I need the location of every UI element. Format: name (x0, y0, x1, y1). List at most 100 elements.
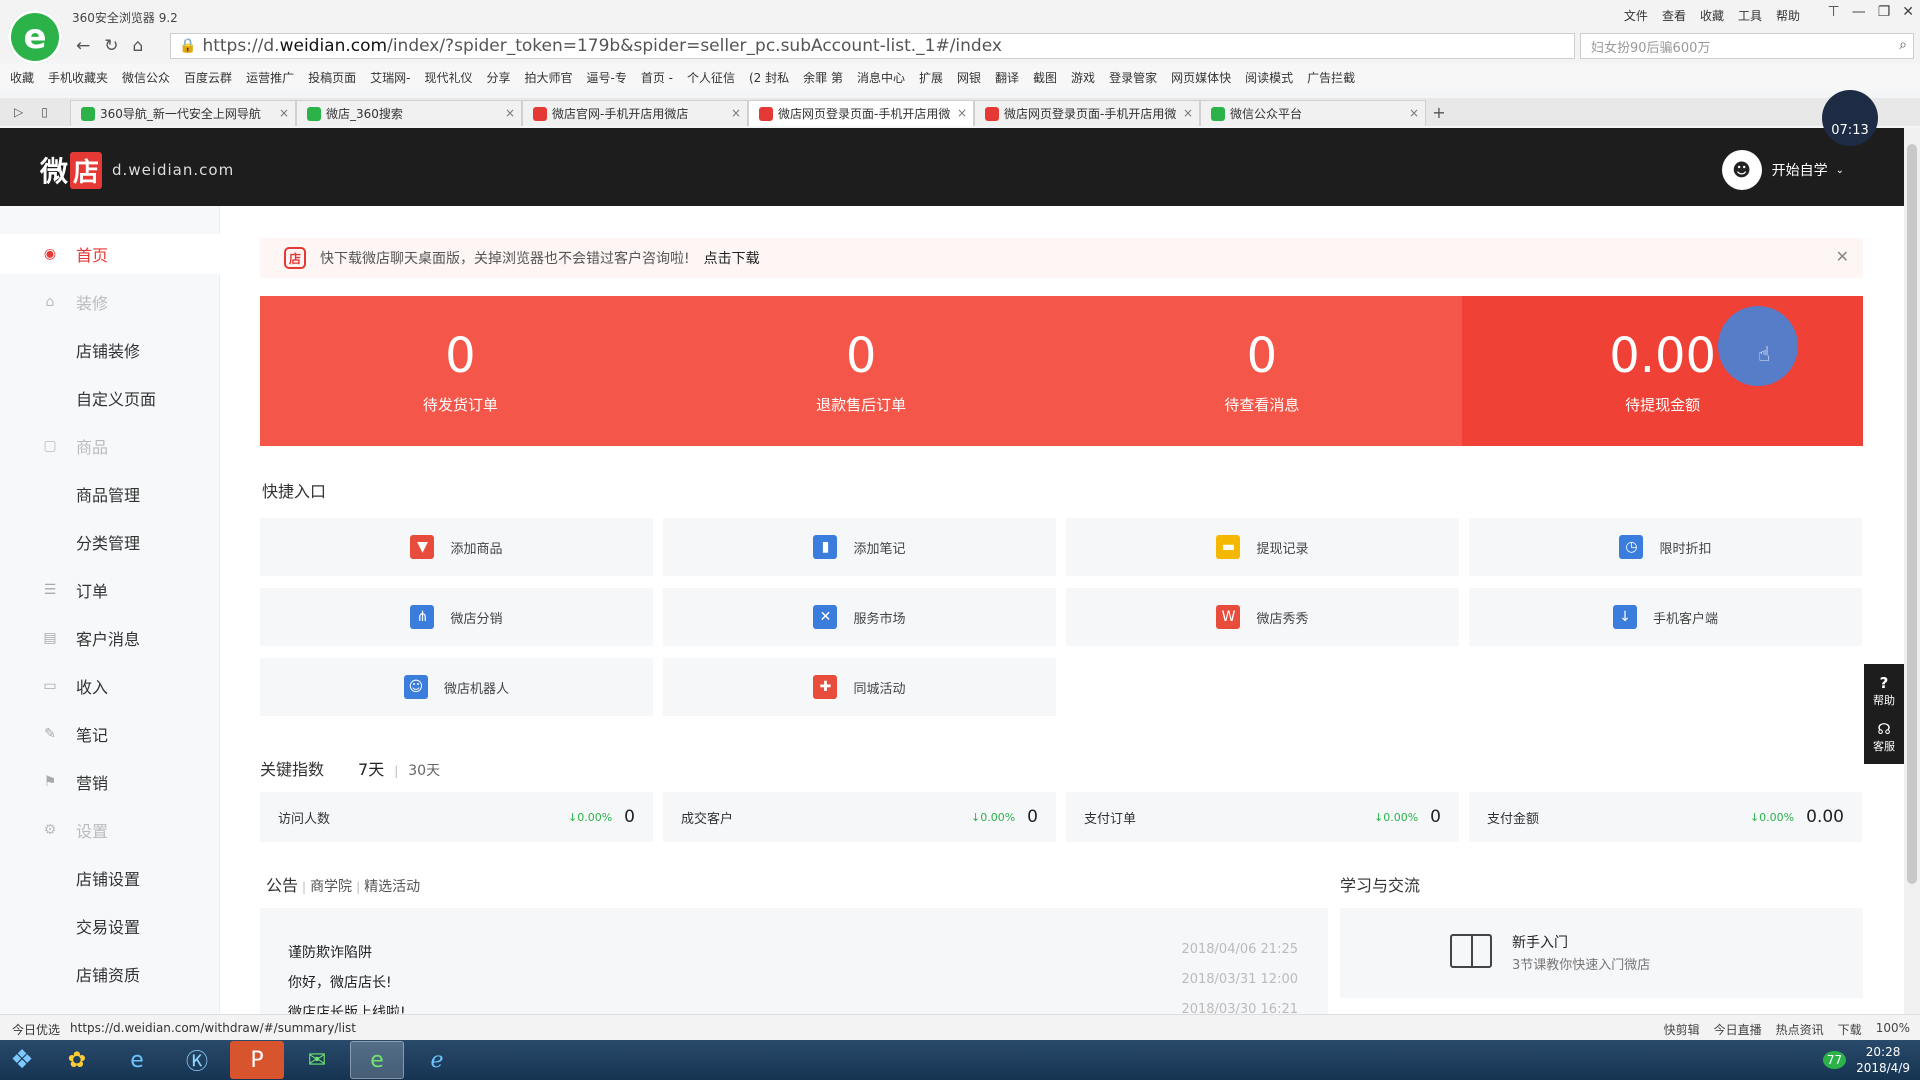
stat-withdrawable-amount[interactable]: 0.00 待提现金额 (1462, 296, 1863, 446)
menu-file[interactable]: 文件 (1624, 7, 1648, 24)
bookmark-item[interactable]: 扩展 (919, 69, 943, 86)
sidebar-item[interactable]: 店铺装修 (0, 330, 220, 370)
service-button[interactable]: ☊ 客服 (1873, 720, 1895, 754)
bookmark-item[interactable]: 游戏 (1071, 69, 1095, 86)
sidebar-item[interactable]: 交易设置 (0, 906, 220, 946)
bookmark-item[interactable]: 首页 - (641, 69, 673, 86)
quick-entry-item[interactable]: ▼ 添加商品 (260, 518, 653, 576)
sidebar-item[interactable]: 商品管理 (0, 474, 220, 514)
bookmark-item[interactable]: 阅读模式 (1245, 69, 1293, 86)
taskbar-app-k[interactable]: Ⓚ (170, 1041, 224, 1079)
tab-close-icon[interactable]: × (731, 106, 741, 120)
bookmark-item[interactable]: 拍大师官 (524, 69, 572, 86)
quick-entry-item[interactable]: W 微店秀秀 (1066, 588, 1459, 646)
bookmark-item[interactable]: 运营推广 (246, 69, 294, 86)
bookmark-item[interactable]: 收藏 (10, 69, 34, 86)
bookmark-item[interactable]: 投稿页面 (308, 69, 356, 86)
menu-favorites[interactable]: 收藏 (1700, 7, 1724, 24)
tab-close-icon[interactable]: × (1409, 106, 1419, 120)
sidebar-item[interactable]: 店铺设置 (0, 858, 220, 898)
maximize-icon[interactable]: ❐ (1878, 4, 1891, 20)
quick-entry-item[interactable]: ☺ 微店机器人 (260, 658, 653, 716)
bookmark-item[interactable]: 微信公众 (122, 69, 170, 86)
status-download[interactable]: 下载 (1838, 1021, 1862, 1038)
back-icon[interactable]: ← (76, 36, 90, 56)
bookmark-item[interactable]: 翻译 (995, 69, 1019, 86)
bookmark-item[interactable]: 艾瑞网- (370, 69, 410, 86)
tab-list-icon[interactable]: ▯ (41, 105, 48, 119)
stat-pending-shipment[interactable]: 0 待发货订单 (260, 296, 661, 446)
status-zoom[interactable]: 100% (1876, 1021, 1910, 1038)
taskbar-app-ie[interactable]: e (110, 1041, 164, 1079)
url-input[interactable]: 🔒 https://d. weidian.com/index/?spider_to… (170, 33, 1575, 59)
sidebar-item[interactable]: ▭ 收入 (0, 666, 220, 706)
bookmark-item[interactable]: 个人征信 (687, 69, 735, 86)
bookmark-item[interactable]: 逼号-专 (586, 69, 626, 86)
announcement-row[interactable]: 谨防欺诈陷阱 2018/04/06 21:25 (288, 942, 1298, 962)
quick-entry-item[interactable]: ⋔ 微店分销 (260, 588, 653, 646)
quick-entry-item[interactable]: ▬ 提现记录 (1066, 518, 1459, 576)
pin-icon[interactable]: ⊤ (1828, 4, 1840, 20)
sidebar-item[interactable]: ✎ 笔记 (0, 714, 220, 754)
notice-download-link[interactable]: 点击下载 (704, 248, 760, 268)
quick-entry-item[interactable]: ✕ 服务市场 (663, 588, 1056, 646)
tray-clock[interactable]: 20:28 2018/4/9 (1856, 1044, 1910, 1076)
taskbar-app-ie2[interactable]: ℯ (410, 1041, 464, 1079)
bookmark-item[interactable]: 广告拦截 (1307, 69, 1355, 86)
browser-tab[interactable]: 微信公众平台 × (1200, 100, 1426, 126)
menu-help[interactable]: 帮助 (1776, 7, 1800, 24)
tab-close-icon[interactable]: × (957, 106, 967, 120)
close-icon[interactable]: ✕ (1902, 4, 1914, 20)
sidebar-item[interactable]: ☰ 订单 (0, 570, 220, 610)
sidebar-item[interactable]: ⚑ 营销 (0, 762, 220, 802)
quick-entry-item[interactable]: ◷ 限时折扣 (1469, 518, 1862, 576)
help-button[interactable]: ? 帮助 (1873, 674, 1895, 708)
browser-tab[interactable]: 微店网页登录页面-手机开店用微 × (974, 100, 1200, 126)
bookmark-item[interactable]: 截图 (1033, 69, 1057, 86)
sidebar-item[interactable]: 店铺资质 (0, 954, 220, 994)
new-tab-icon[interactable]: + (1426, 103, 1452, 126)
quick-entry-item[interactable]: ▮ 添加笔记 (663, 518, 1056, 576)
status-quick-clip[interactable]: 快剪辑 (1664, 1021, 1700, 1038)
tray-badge[interactable]: 77 (1822, 1051, 1847, 1069)
notice-close-icon[interactable]: ✕ (1836, 247, 1849, 266)
minimize-icon[interactable]: — (1852, 4, 1866, 20)
bookmark-item[interactable]: 现代礼仪 (424, 69, 472, 86)
bookmark-item[interactable]: 余罪 第 (803, 69, 843, 86)
taskbar-app-colorful[interactable]: ✿ (50, 1041, 104, 1079)
browser-tab[interactable]: 微店官网-手机开店用微店 × (522, 100, 748, 126)
tab-close-icon[interactable]: × (505, 106, 515, 120)
tab-close-icon[interactable]: × (1183, 106, 1193, 120)
stat-unread-messages[interactable]: 0 待查看消息 (1062, 296, 1463, 446)
bookmark-item[interactable]: (2 封私 (749, 69, 789, 86)
tab-featured-events[interactable]: 精选活动 (364, 876, 420, 896)
sidebar-toggle-icon[interactable]: ▷ (14, 105, 23, 119)
bookmark-item[interactable]: 网页媒体快 (1171, 69, 1231, 86)
user-menu[interactable]: ☻ 开始自学 ⌄ (1721, 150, 1844, 190)
weidian-logo[interactable]: 微 店 d.weidian.com (40, 150, 234, 190)
sidebar-item[interactable]: ◉ 首页 (0, 234, 220, 274)
sidebar-item[interactable]: ▤ 客户消息 (0, 618, 220, 658)
page-scrollbar[interactable] (1904, 128, 1920, 1014)
scroll-thumb[interactable] (1907, 144, 1917, 884)
start-button[interactable]: ❖ (0, 1040, 44, 1080)
menu-tools[interactable]: 工具 (1738, 7, 1762, 24)
learning-card[interactable]: 新手入门 3节课教你快速入门微店 (1340, 908, 1863, 998)
bookmark-item[interactable]: 手机收藏夹 (48, 69, 108, 86)
bookmark-item[interactable]: 登录管家 (1109, 69, 1157, 86)
browser-search-input[interactable]: 妇女扮90后骗600万 ⌕ (1580, 33, 1914, 59)
status-deals[interactable]: 今日优选 (12, 1021, 60, 1038)
menu-view[interactable]: 查看 (1662, 7, 1686, 24)
search-icon[interactable]: ⌕ (1899, 37, 1907, 53)
status-live[interactable]: 今日直播 (1714, 1021, 1762, 1038)
sidebar-item[interactable]: 自定义页面 (0, 378, 220, 418)
browser-tab[interactable]: 微店网页登录页面-手机开店用微 × (748, 100, 974, 126)
status-news[interactable]: 热点资讯 (1776, 1021, 1824, 1038)
bookmark-item[interactable]: 网银 (957, 69, 981, 86)
quick-entry-item[interactable]: ↓ 手机客户端 (1469, 588, 1862, 646)
taskbar-app-360browser[interactable]: e (350, 1041, 404, 1079)
kpi-tab-30d[interactable]: 30天 (408, 760, 440, 780)
stat-refund-orders[interactable]: 0 退款售后订单 (661, 296, 1062, 446)
quick-entry-item[interactable]: ✚ 同城活动 (663, 658, 1056, 716)
taskbar-app-wechat[interactable]: ✉ (290, 1041, 344, 1079)
